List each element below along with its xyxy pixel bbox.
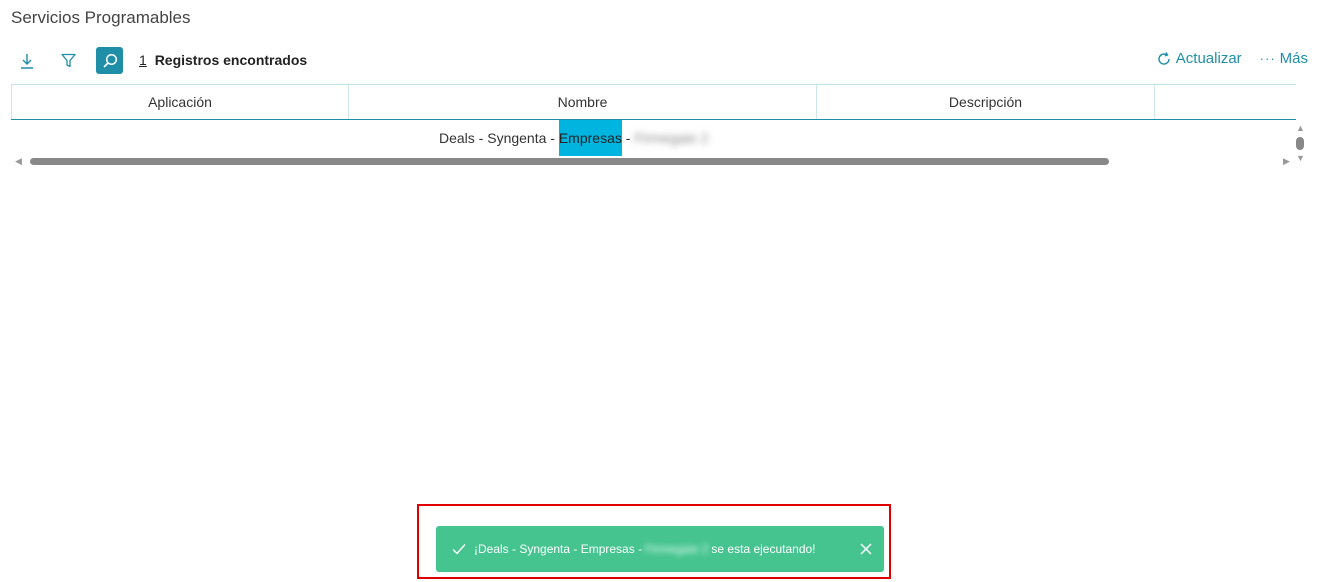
refresh-label: Actualizar [1175,50,1242,67]
toast-message: ¡Deals - Syngenta - Empresas - Firmegaie … [474,542,850,556]
scroll-up-icon[interactable]: ▲ [1296,122,1305,134]
download-icon [20,53,33,69]
right-actions: Actualizar ··· Más [1156,50,1308,67]
download-button[interactable] [13,47,40,74]
vertical-scrollbar[interactable]: ▲ ▼ [1293,122,1307,164]
check-icon [452,543,466,555]
horizontal-scroll-thumb[interactable] [30,158,1109,165]
vertical-scroll-thumb[interactable] [1296,137,1304,150]
toast-message-prefix: ¡Deals - Syngenta - Empresas - [474,542,643,556]
horizontal-scrollbar[interactable]: ◀ ▶ [11,155,1308,167]
records-found: 1 Registros encontrados [139,52,307,68]
more-button[interactable]: ··· Más [1260,50,1308,67]
search-button[interactable] [96,47,123,74]
refresh-icon [1158,51,1170,65]
filter-button[interactable] [55,47,82,74]
filter-icon [61,53,76,68]
name-prefix: Deals - Syngenta - [439,130,555,146]
data-grid: Aplicación Nombre Descripción Deals - Sy… [11,84,1296,156]
more-dots-icon: ··· [1259,51,1276,66]
refresh-button[interactable]: Actualizar [1156,50,1242,67]
search-icon [102,53,117,68]
success-toast: ¡Deals - Syngenta - Empresas - Firmegaie … [436,526,884,572]
toast-message-blurred: Firmegaie 2 [645,542,709,556]
scroll-down-icon[interactable]: ▼ [1296,152,1305,164]
grid-header: Aplicación Nombre Descripción [11,84,1296,120]
column-header-nombre[interactable]: Nombre [349,85,817,119]
name-highlight: Empresas [558,120,622,156]
scroll-left-icon[interactable]: ◀ [15,155,22,167]
column-header-aplicacion[interactable]: Aplicación [11,85,349,119]
page-title: Servicios Programables [11,8,191,27]
name-blurred: Firmegaie 2 [634,130,709,146]
scroll-right-icon[interactable]: ▶ [1283,155,1290,167]
records-label: Registros encontrados [154,52,308,68]
records-count: 1 [139,52,147,68]
more-label: Más [1279,50,1308,67]
name-separator: - [625,130,631,146]
toast-message-suffix: se esta ejecutando! [711,542,816,556]
table-row[interactable]: Deals - Syngenta - Empresas - Firmegaie 2 [11,120,1296,156]
toolbar: 1 Registros encontrados Actualizar ··· M… [11,47,1308,75]
column-header-extra[interactable] [1155,85,1296,119]
column-header-descripcion[interactable]: Descripción [817,85,1155,119]
close-icon[interactable] [860,543,872,555]
cell-nombre[interactable]: Deals - Syngenta - Empresas - Firmegaie 2 [439,120,708,156]
